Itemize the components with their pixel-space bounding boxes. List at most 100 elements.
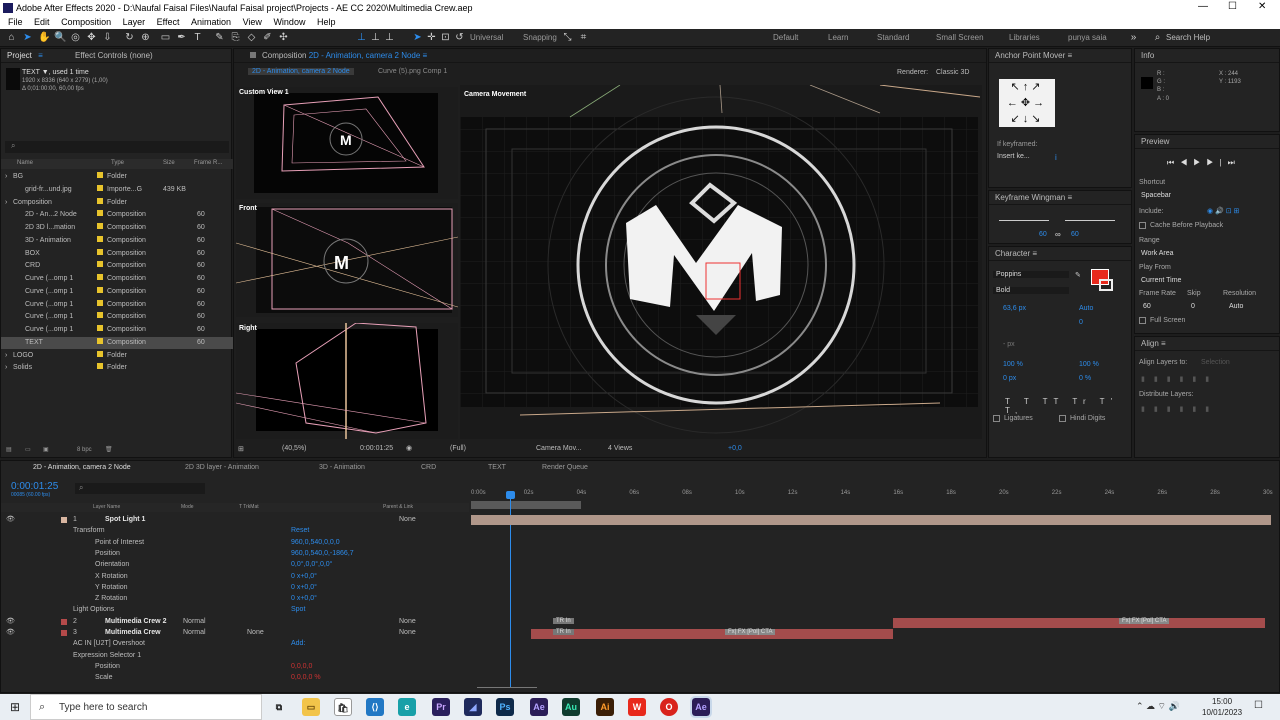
project-search-input[interactable]: ⌕	[5, 141, 229, 153]
stroke-color-swatch[interactable]	[1099, 279, 1113, 291]
hindi-digits-checkbox[interactable]	[1059, 415, 1066, 422]
track-crew[interactable]	[531, 629, 893, 639]
nav-comp-1[interactable]: 2D - Animation, camera 2 Node	[248, 68, 354, 75]
label-color-swatch[interactable]	[97, 235, 103, 242]
tab-effect-controls[interactable]: Effect Controls (none)	[75, 51, 153, 60]
search-help-input[interactable]: Search Help	[1166, 33, 1210, 42]
shortcut-dropdown[interactable]: Spacebar	[1141, 192, 1171, 199]
workspace-learn[interactable]: Learn	[828, 33, 848, 42]
project-list-item[interactable]: grid-fr...und.jpg Importe...G 439 KB	[1, 184, 233, 196]
project-list-item[interactable]: CRD Composition 60	[1, 260, 233, 272]
tracking-value[interactable]: 0	[1079, 319, 1083, 326]
timeline-layer-row[interactable]: Position 960,0,540,0,-1866,7	[1, 548, 469, 560]
pan-camera-icon[interactable]: ✥	[86, 32, 97, 43]
align-buttons[interactable]: ▮▮▮▮▮▮	[1141, 375, 1218, 383]
playback-controls[interactable]: ⏮◀▶▶|⏭	[1167, 158, 1241, 168]
resolution-dropdown-preview[interactable]: Auto	[1229, 303, 1243, 310]
project-list-item[interactable]: Curve (...omp 1 Composition 60	[1, 299, 233, 311]
disclosure-icon[interactable]: ›	[5, 197, 7, 209]
font-family-dropdown[interactable]: Poppins	[993, 271, 1069, 278]
zoom-dropdown[interactable]: (40,5%)	[282, 445, 307, 452]
col-frame-rate[interactable]: Frame R...	[194, 160, 222, 166]
comp-panel-menu-icon[interactable]: ≡	[423, 51, 428, 60]
view-layout-dropdown[interactable]: 4 Views	[608, 445, 632, 452]
timeline-search[interactable]: ⌕	[75, 483, 205, 494]
property-value[interactable]: 0,0,0,0 %	[291, 672, 321, 684]
label-color-swatch[interactable]	[97, 172, 103, 178]
always-preview-icon[interactable]: ⊞	[238, 445, 244, 453]
timeline-layer-row[interactable]: 👁 3 Multimedia Crew Normal None None	[1, 627, 469, 639]
clock-date[interactable]: 10/01/2023	[1202, 708, 1242, 717]
viewport-camera-movement[interactable]: Camera Movement	[460, 85, 982, 439]
label-color-swatch[interactable]	[97, 363, 103, 370]
snapshot-icon[interactable]: ◉	[406, 444, 412, 452]
work-area-bar[interactable]	[471, 501, 581, 509]
menu-effect[interactable]: Effect	[157, 17, 180, 27]
move-icon[interactable]: ✛	[426, 32, 437, 43]
renderer-value[interactable]: Classic 3D	[936, 69, 969, 76]
tab-composition[interactable]: Composition	[262, 51, 306, 60]
timeline-layer-row[interactable]: Point of Interest 960,0,540,0,0,0	[1, 537, 469, 549]
store-icon[interactable]: 🛍	[334, 698, 352, 716]
link-icon[interactable]: ∞	[1055, 230, 1061, 239]
media-encoder-icon[interactable]: ◢	[464, 698, 482, 716]
col-size[interactable]: Size	[163, 160, 175, 166]
dolly-camera-icon[interactable]: ⇩	[102, 32, 113, 43]
illustrator-icon[interactable]: Ai	[596, 698, 614, 716]
menu-window[interactable]: Window	[273, 17, 305, 27]
workspace-libraries[interactable]: Libraries	[1009, 33, 1040, 42]
property-value[interactable]: Add:	[291, 638, 305, 650]
project-list-item[interactable]: TEXT Composition 60	[1, 336, 233, 349]
timeline-layer-row[interactable]: 👁 2 Multimedia Crew 2 Normal None	[1, 616, 469, 628]
timeline-zoom-slider[interactable]	[477, 687, 537, 688]
clock-time[interactable]: 15:00	[1212, 697, 1232, 706]
col-type[interactable]: Type	[111, 160, 124, 166]
timeline-layer-row[interactable]: Y Rotation 0 x+0,0°	[1, 582, 469, 594]
pen-tool-icon[interactable]: ✒	[176, 32, 187, 43]
project-list-item[interactable]: › Solids Folder	[1, 362, 233, 374]
label-color-swatch[interactable]	[97, 350, 103, 357]
stroke-width-value[interactable]: - px	[1003, 341, 1015, 348]
orbit-camera-icon[interactable]: ◎	[70, 32, 81, 43]
skip-dropdown[interactable]: 0	[1191, 303, 1195, 310]
cache-checkbox[interactable]	[1139, 222, 1146, 229]
timeline-tab-1[interactable]: 2D - Animation, camera 2 Node	[33, 464, 131, 471]
distribute-buttons[interactable]: ▮▮▮▮▮▮	[1141, 405, 1218, 413]
anchor-mid-row[interactable]: ←✥→	[999, 95, 1055, 111]
rotate-icon[interactable]: ↺	[454, 32, 465, 43]
menu-help[interactable]: Help	[317, 17, 336, 27]
project-list-item[interactable]: › LOGO Folder	[1, 350, 233, 362]
timeline-layer-row[interactable]: 👁 1 Spot Light 1 None	[1, 514, 469, 526]
maximize-button[interactable]: ☐	[1228, 1, 1237, 12]
font-style-dropdown[interactable]: Bold	[993, 287, 1069, 294]
vertical-scale-value[interactable]: 100 %	[1003, 361, 1023, 368]
label-color-swatch[interactable]	[97, 274, 103, 280]
menu-file[interactable]: File	[8, 17, 23, 27]
wingman-value-2[interactable]: 60	[1071, 231, 1079, 238]
view-axis-icon[interactable]: ⊥	[384, 32, 395, 43]
windows-start-icon[interactable]: ⊞	[10, 700, 20, 714]
eraser-tool-icon[interactable]: ◇	[246, 32, 257, 43]
property-value[interactable]: Spot	[291, 604, 305, 616]
frame-rate-dropdown[interactable]: 60	[1143, 303, 1151, 310]
after-effects-icon[interactable]: Ae	[530, 698, 548, 716]
timeline-tab-4[interactable]: CRD	[421, 464, 436, 471]
label-color-swatch[interactable]	[97, 197, 103, 204]
ligatures-checkbox[interactable]	[993, 415, 1000, 422]
minimize-button[interactable]: —	[1198, 1, 1208, 12]
clone-stamp-icon[interactable]: ⎘	[230, 32, 241, 43]
trash-icon[interactable]: 🗑	[105, 446, 113, 453]
viewport-front[interactable]: Front M	[236, 203, 458, 317]
opera-icon[interactable]: O	[660, 698, 678, 716]
menu-composition[interactable]: Composition	[61, 17, 111, 27]
label-color-swatch[interactable]	[97, 325, 103, 331]
project-list-item[interactable]: Curve (...omp 1 Composition 60	[1, 311, 233, 323]
wingman-slider-left[interactable]	[999, 220, 1049, 221]
align-selection-dropdown[interactable]: Selection	[1201, 359, 1230, 366]
include-video-icon[interactable]: ◉ 🔊 ⊡ ⊞	[1207, 207, 1239, 215]
bpc-label[interactable]: 8 bpc	[77, 447, 92, 453]
timeline-tab-6[interactable]: Render Queue	[542, 464, 588, 471]
timeline-layer-row[interactable]: X Rotation 0 x+0,0°	[1, 571, 469, 583]
property-value[interactable]: 0,0,0,0	[291, 661, 312, 673]
baseline-shift-value[interactable]: 0 px	[1003, 375, 1016, 382]
